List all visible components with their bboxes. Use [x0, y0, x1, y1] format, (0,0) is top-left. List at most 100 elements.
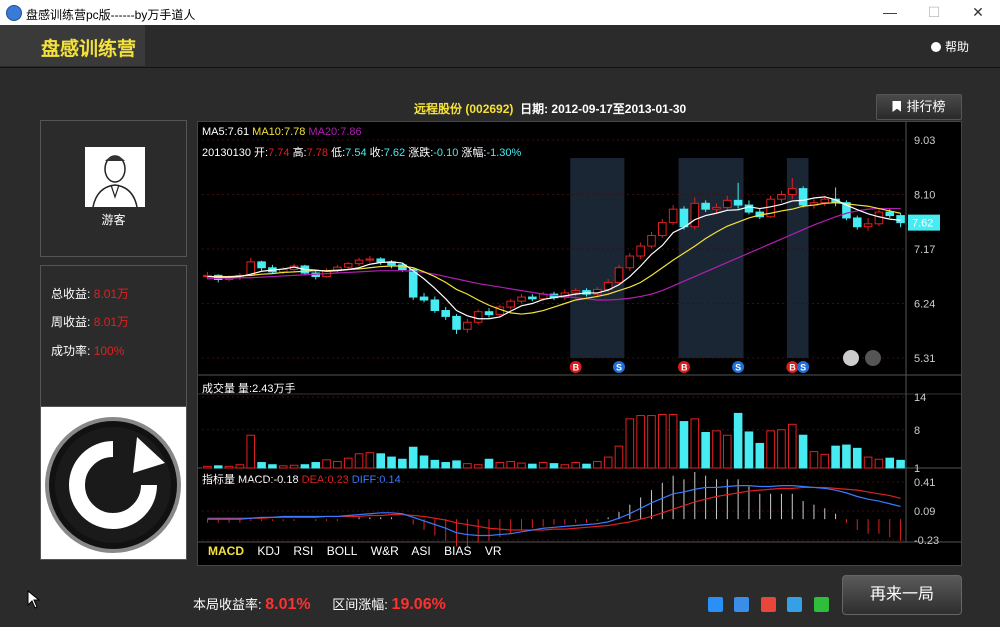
candle-body [278, 269, 288, 273]
candle-body [452, 315, 461, 330]
ranking-button[interactable]: 排行榜 [876, 94, 962, 120]
replay-icon [45, 417, 181, 553]
candle-body [257, 261, 266, 269]
kline-chart[interactable]: MA5:7.61 MA10:7.78 MA20:7.86 20130130 开:… [197, 121, 962, 566]
stat-success-rate: 成功率: 100% [51, 342, 124, 359]
header-bar: 盘感训练营 帮助 [0, 25, 1000, 68]
help-label: 帮助 [945, 40, 970, 54]
volume-bar [484, 458, 494, 469]
tab-vr[interactable]: VR [485, 544, 502, 558]
volume-bar [896, 459, 905, 469]
volume-bar [842, 444, 851, 469]
volume-bar [398, 458, 407, 469]
candle-body [885, 211, 895, 217]
share-qzone-icon[interactable] [734, 597, 750, 612]
volume-bar [452, 460, 461, 469]
macd-tick-label: 0.09 [914, 506, 935, 518]
help-link[interactable]: 帮助 [931, 38, 969, 55]
candle-body [679, 208, 689, 228]
candle-body [658, 222, 667, 237]
candle-body [354, 259, 364, 265]
volume-bar [289, 464, 299, 469]
volume-bar [419, 455, 429, 469]
volume-bar [701, 432, 710, 469]
logo-area: 盘感训练营 [0, 25, 145, 66]
volume-bar [311, 462, 321, 469]
volume-bar [376, 453, 385, 469]
volume-bar [278, 465, 288, 469]
stock-name: 远程股份 [414, 102, 463, 116]
share-tencent-icon[interactable] [787, 597, 803, 612]
volume-bar [690, 418, 700, 469]
tab-bias[interactable]: BIAS [444, 544, 471, 558]
bookmark-icon [892, 101, 902, 112]
holding-zone [570, 158, 625, 358]
volume-tick-label: 8 [914, 425, 920, 437]
macd-tick-label: 0.41 [914, 477, 935, 489]
candle-body [419, 296, 429, 301]
stock-header: 远程股份 (002692) 日期: 2012-09-17至2013-01-30 [414, 100, 686, 117]
candle-body [733, 199, 743, 206]
stat-value: 8.01万 [93, 315, 130, 329]
holding-zone [678, 158, 744, 358]
tab-rsi[interactable]: RSI [293, 544, 313, 558]
volume-bar [809, 451, 819, 469]
volume-bar [668, 413, 678, 469]
volume-bar [408, 446, 418, 469]
share-plus-icon[interactable] [708, 597, 723, 612]
stat-label: 成功率: [51, 344, 91, 358]
tab-kdj[interactable]: KDJ [257, 544, 280, 558]
minimize-button[interactable]: — [870, 2, 910, 22]
close-button[interactable]: ✕ [958, 2, 998, 22]
candle-body [798, 188, 808, 206]
volume-bar [560, 464, 570, 469]
candle-body [408, 269, 418, 298]
volume-bar [365, 452, 375, 469]
candle-body [517, 296, 526, 302]
volume-bar [582, 463, 591, 469]
window-titlebar: 盘感训练营pc版------by万手道人 — ☐ ✕ [0, 0, 1000, 25]
tab-macd[interactable]: MACD [208, 544, 244, 558]
round-return-value: 8.01% [265, 596, 311, 613]
tab-asi[interactable]: ASI [411, 544, 430, 558]
candle-body [528, 296, 537, 300]
trade-marker-label: S [616, 363, 622, 373]
avatar-sketch [92, 155, 138, 208]
macd-tick-label: -0.23 [914, 535, 939, 547]
volume-bar [885, 457, 895, 469]
volume-bar [874, 458, 884, 469]
replay-icon-button[interactable] [40, 406, 187, 560]
window-title: 盘感训练营pc版------by万手道人 [26, 8, 196, 22]
volume-bar [723, 434, 732, 469]
avatar [85, 147, 145, 208]
app-icon [6, 5, 22, 21]
stat-value: 8.01万 [93, 287, 130, 301]
share-weibo-icon[interactable] [760, 597, 776, 612]
volume-bar [268, 464, 277, 469]
username: 游客 [101, 213, 126, 227]
app-logo: 盘感训练营 [41, 39, 137, 60]
play-again-button[interactable]: 再来一局 [842, 575, 962, 615]
candle-body [376, 258, 385, 263]
volume-bar [387, 456, 396, 469]
volume-bar [354, 453, 364, 469]
volume-bar [787, 423, 797, 469]
candle-body [430, 299, 440, 312]
tab-wr[interactable]: W&R [371, 544, 399, 558]
volume-bar [343, 457, 353, 469]
tab-boll[interactable]: BOLL [327, 544, 358, 558]
candle-body [506, 300, 515, 308]
maximize-button[interactable]: ☐ [914, 2, 954, 22]
share-wechat-icon[interactable] [813, 597, 829, 612]
volume-bar [473, 464, 483, 469]
price-tick-label: 5.31 [914, 353, 935, 365]
volume-bar [246, 434, 256, 469]
candle-body [647, 235, 656, 247]
price-tick-label: 6.24 [914, 299, 935, 311]
stat-label: 总收益: [51, 287, 91, 301]
volume-bar [224, 465, 234, 469]
scroll-right-icon [865, 350, 881, 366]
volume-bar [636, 415, 645, 469]
trade-marker-label: B [573, 363, 580, 373]
candle-body [625, 255, 635, 269]
